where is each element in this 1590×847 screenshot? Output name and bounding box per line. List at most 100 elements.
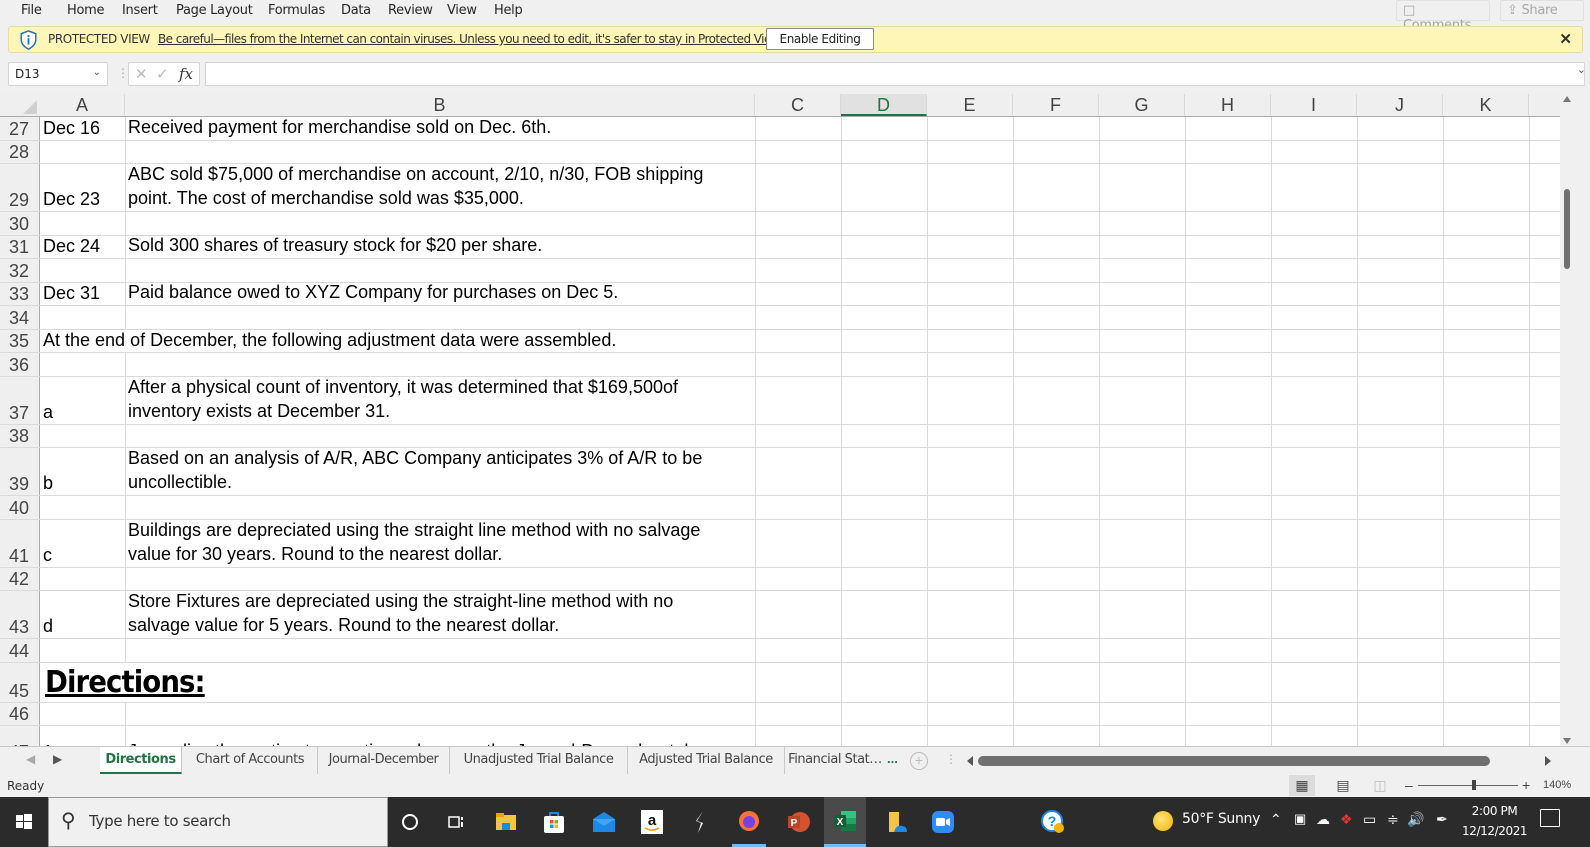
cell-b[interactable]: After a physical count of inventory, it … xyxy=(128,375,753,423)
column-header-k[interactable]: K xyxy=(1443,94,1529,116)
row-header[interactable]: 30 xyxy=(0,212,40,235)
column-header-f[interactable]: F xyxy=(1013,94,1099,116)
weather-sun-icon[interactable] xyxy=(1153,811,1173,831)
horizontal-scroll-thumb[interactable] xyxy=(978,756,1490,766)
zoom-level[interactable]: 140% xyxy=(1543,779,1571,791)
cell-b[interactable]: Journalize the routine transactions abov… xyxy=(128,739,753,746)
task-view-icon[interactable] xyxy=(441,805,471,839)
cell-b[interactable]: Sold 300 shares of treasury stock for $2… xyxy=(128,233,753,257)
sheet-tab-journal-december[interactable]: Journal-December xyxy=(318,747,450,774)
formula-input[interactable] xyxy=(205,62,1585,86)
protected-view-message-link[interactable]: Be careful—files from the Internet can c… xyxy=(158,32,783,46)
column-header-i[interactable]: I xyxy=(1271,94,1357,116)
row-header[interactable]: 31 xyxy=(0,235,40,258)
more-sheets-button[interactable]: ... xyxy=(887,751,898,766)
comments-button[interactable]: □ Comments xyxy=(1396,0,1490,33)
scroll-down-arrow-icon[interactable] xyxy=(1563,738,1571,744)
cell-b[interactable]: Buildings are depreciated using the stra… xyxy=(128,518,753,566)
row-header[interactable]: 43 xyxy=(0,591,40,638)
cell-b[interactable]: Paid balance owed to XYZ Company for pur… xyxy=(128,280,753,304)
row-header[interactable]: 41 xyxy=(0,519,40,567)
cancel-x-icon[interactable]: ✕ xyxy=(135,65,148,83)
page-break-preview-icon[interactable]: ◫ xyxy=(1367,775,1393,796)
row-header[interactable]: 29 xyxy=(0,164,40,211)
scroll-right-arrow-icon[interactable] xyxy=(1545,756,1551,766)
dropbox-icon[interactable]: ❖ xyxy=(1340,811,1353,828)
onedrive-cloud-icon[interactable]: ☁ xyxy=(1316,811,1330,828)
row-header[interactable]: 38 xyxy=(0,424,40,447)
onedrive-folder-icon[interactable] xyxy=(882,805,912,839)
row-header[interactable]: 36 xyxy=(0,353,40,376)
menu-file[interactable]: File xyxy=(21,3,42,18)
firefox-icon[interactable] xyxy=(732,797,766,847)
directions-heading[interactable]: Directions: xyxy=(45,665,206,700)
zoom-slider[interactable] xyxy=(1418,785,1518,786)
page-layout-view-icon[interactable]: ▤ xyxy=(1330,775,1356,796)
cell-a[interactable]: Dec 31 xyxy=(43,283,100,304)
column-header-e[interactable]: E xyxy=(927,94,1013,116)
powerpoint-icon[interactable]: P xyxy=(783,805,813,839)
sheet-tab-unadjusted-trial-balance[interactable]: Unadjusted Trial Balance xyxy=(450,747,628,774)
sheet-tab-chart-of-accounts[interactable]: Chart of Accounts xyxy=(183,747,318,774)
zoom-slider-thumb[interactable] xyxy=(1472,780,1476,790)
menu-home[interactable]: Home xyxy=(67,3,105,18)
row-header[interactable]: 40 xyxy=(0,496,40,519)
cell-a[interactable]: Dec 23 xyxy=(43,189,100,210)
taskbar-search-box[interactable]: ⚲ Type here to search xyxy=(48,797,388,847)
row-header[interactable]: 35 xyxy=(0,329,40,352)
column-header-j[interactable]: J xyxy=(1357,94,1443,116)
app-bolt-icon[interactable] xyxy=(686,805,716,839)
row-header[interactable]: 27 xyxy=(0,117,40,140)
amazon-icon[interactable]: a xyxy=(637,805,667,839)
column-header-d[interactable]: D xyxy=(841,94,927,116)
cell-a[interactable]: At the end of December, the following ad… xyxy=(43,330,616,351)
column-header-b[interactable]: B xyxy=(125,94,755,116)
row-header[interactable]: 32 xyxy=(0,259,40,282)
microsoft-store-icon[interactable] xyxy=(539,805,569,839)
zoom-out-button[interactable]: – xyxy=(1405,777,1413,793)
vertical-scrollbar[interactable] xyxy=(1560,94,1590,746)
system-clock[interactable]: 2:00 PM 12/12/2021 xyxy=(1462,801,1528,841)
row-header[interactable]: 34 xyxy=(0,306,40,329)
column-header-c[interactable]: C xyxy=(755,94,841,116)
row-header[interactable]: 45 xyxy=(0,662,40,702)
worksheet-grid[interactable]: ABCDEFGHIJK 27 Dec 16 Received payment for… xyxy=(0,94,1560,746)
mail-icon[interactable] xyxy=(589,805,619,839)
menu-page-layout[interactable]: Page Layout xyxy=(176,3,253,18)
cell-b[interactable]: Received payment for merchandise sold on… xyxy=(128,115,753,139)
chevron-down-icon[interactable]: ⌄ xyxy=(93,67,101,78)
cell-a[interactable]: c xyxy=(43,545,52,566)
zoom-in-button[interactable]: + xyxy=(1522,777,1530,793)
menu-formulas[interactable]: Formulas xyxy=(268,3,325,18)
scroll-left-arrow-icon[interactable] xyxy=(967,756,973,766)
sheet-tab-adjusted-trial-balance[interactable]: Adjusted Trial Balance xyxy=(628,747,785,774)
battery-icon[interactable]: ▭ xyxy=(1363,811,1376,828)
cell-a[interactable]: Dec 16 xyxy=(43,118,100,139)
close-icon[interactable]: ✕ xyxy=(1559,30,1572,48)
wifi-icon[interactable]: ≑ xyxy=(1387,811,1399,828)
enable-editing-button[interactable]: Enable Editing xyxy=(766,28,874,50)
menu-help[interactable]: Help xyxy=(494,3,523,18)
row-header[interactable]: 42 xyxy=(0,567,40,590)
cell-a[interactable]: d xyxy=(43,616,53,637)
confirm-check-icon[interactable]: ✓ xyxy=(156,65,169,83)
notification-center-icon[interactable] xyxy=(1540,809,1560,827)
insert-function-fx-icon[interactable]: fx xyxy=(179,65,193,83)
menu-review[interactable]: Review xyxy=(388,3,433,18)
tray-chevron-up-icon[interactable]: ⌃ xyxy=(1270,811,1282,828)
column-header-g[interactable]: G xyxy=(1099,94,1185,116)
add-sheet-icon[interactable]: + xyxy=(910,752,928,770)
cortana-icon[interactable] xyxy=(395,805,425,839)
row-header[interactable]: 44 xyxy=(0,639,40,662)
select-all-corner[interactable] xyxy=(0,94,40,117)
horizontal-scrollbar[interactable] xyxy=(967,755,1551,767)
row-header[interactable]: 33 xyxy=(0,282,40,305)
help-icon[interactable]: ? xyxy=(1038,805,1068,839)
normal-view-icon[interactable]: ▦ xyxy=(1289,775,1315,796)
weather-text[interactable]: 50°F Sunny xyxy=(1182,811,1260,827)
menu-data[interactable]: Data xyxy=(341,3,371,18)
expand-formula-bar-icon[interactable]: ⌄ xyxy=(1577,63,1586,76)
row-header[interactable]: 46 xyxy=(0,702,40,725)
row-header[interactable]: 47 xyxy=(0,726,40,746)
next-sheet-arrow-icon[interactable]: ▶ xyxy=(53,752,62,766)
